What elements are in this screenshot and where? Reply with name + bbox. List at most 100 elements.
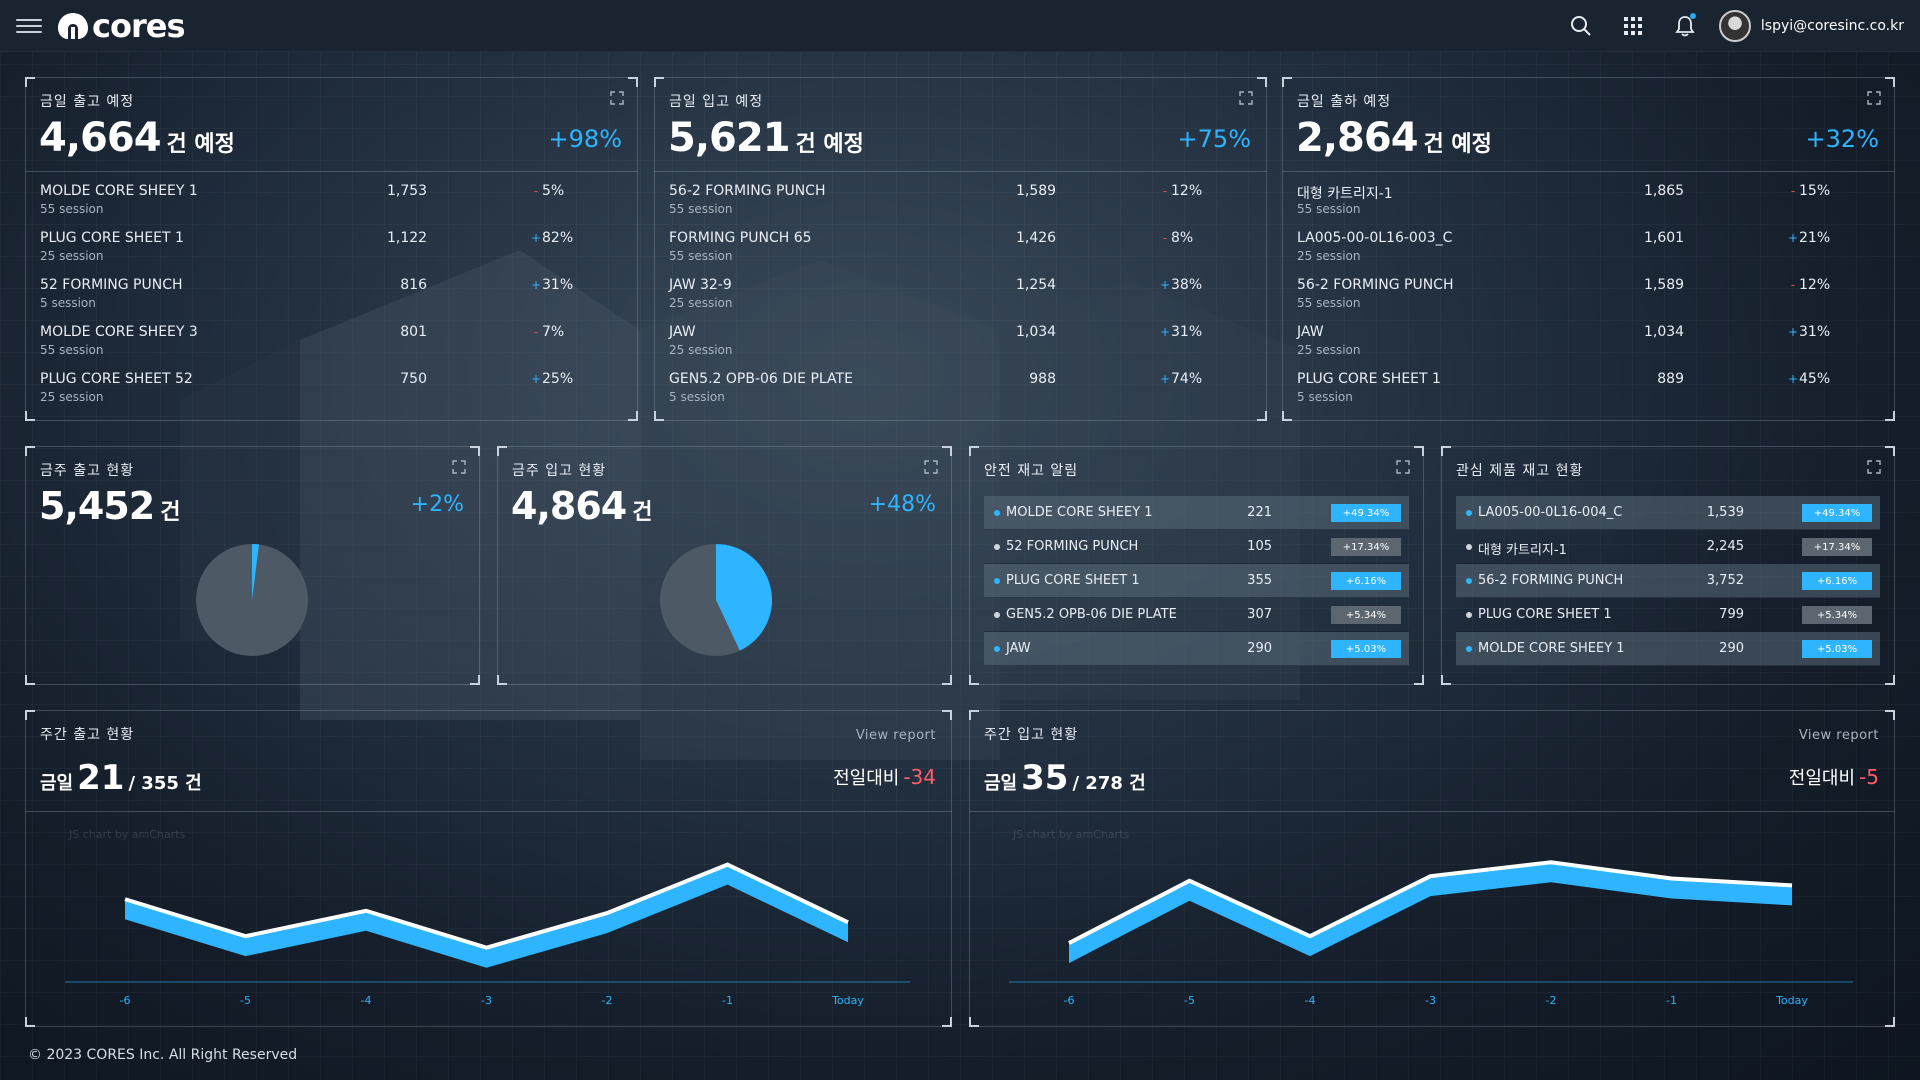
stock-row[interactable]: PLUG CORE SHEET 1 799 +5.34% xyxy=(1456,598,1880,632)
item-name: PLUG CORE SHEET 52 xyxy=(40,371,193,387)
x-tick-label: -2 xyxy=(1546,994,1557,1007)
item-value: 1,865 xyxy=(1644,183,1685,199)
list-item[interactable]: JAW 25 session 1,034 +31% xyxy=(1297,318,1880,365)
weekly-outbound-panel: 주간 출고 현황 View report 금일 21/ 355 건 전일대비 -34… xyxy=(25,710,952,1027)
avatar[interactable] xyxy=(1718,10,1751,42)
stock-name: PLUG CORE SHEET 1 xyxy=(1006,573,1140,588)
panel-title: 관심 제품 재고 현황 xyxy=(1456,463,1584,479)
item-session: 55 session xyxy=(669,202,733,216)
stock-name: GEN5.2 OPB-06 DIE PLATE xyxy=(1006,607,1177,622)
bullet-dot xyxy=(1466,646,1472,652)
item-change: +38% xyxy=(1159,277,1203,293)
expand-icon[interactable] xyxy=(1396,460,1410,474)
x-tick-label: -3 xyxy=(1425,994,1436,1007)
logo[interactable]: cores xyxy=(56,7,185,45)
item-change: +31% xyxy=(1787,324,1831,340)
stock-row[interactable]: LA005-00-0L16-004_C 1,539 +49.34% xyxy=(1456,496,1880,530)
expand-icon[interactable] xyxy=(610,91,624,105)
list-item[interactable]: MOLDE CORE SHEEY 3 55 session 801 -7% xyxy=(40,318,623,365)
list-item[interactable]: MOLDE CORE SHEEY 1 55 session 1,753 -5% xyxy=(40,177,623,224)
x-tick-label: -4 xyxy=(1305,994,1316,1007)
outbound-today-panel: 금일 출고 예정 4,664 건 예정 +98% MOLDE CORE SHEEY… xyxy=(25,77,638,421)
stock-row[interactable]: 대형 카트리지-1 2,245 +17.34% xyxy=(1456,530,1880,564)
stock-row[interactable]: 56-2 FORMING PUNCH 3,752 +6.16% xyxy=(1456,564,1880,598)
bullet-dot xyxy=(994,544,1000,550)
x-tick-label: -2 xyxy=(602,994,613,1007)
item-change: -15% xyxy=(1787,183,1830,199)
list-item[interactable]: 52 FORMING PUNCH 5 session 816 +31% xyxy=(40,271,623,318)
stock-badge: +5.34% xyxy=(1802,606,1872,624)
expand-icon[interactable] xyxy=(924,460,938,474)
bullet-dot xyxy=(994,510,1000,516)
list-item[interactable]: JAW 32-9 25 session 1,254 +38% xyxy=(669,271,1252,318)
stock-name: LA005-00-0L16-004_C xyxy=(1478,505,1623,520)
list-item[interactable]: FORMING PUNCH 65 55 session 1,426 -8% xyxy=(669,224,1252,271)
week-inbound-change: +48% xyxy=(868,492,936,517)
notification-bell-icon[interactable] xyxy=(1659,0,1711,52)
expand-icon[interactable] xyxy=(1239,91,1253,105)
item-value: 801 xyxy=(400,324,427,340)
list-item[interactable]: 대형 카트리지-1 55 session 1,865 -15% xyxy=(1297,177,1880,224)
expand-icon[interactable] xyxy=(1867,460,1881,474)
item-change: -5% xyxy=(530,183,564,199)
view-report-link[interactable]: View report xyxy=(856,728,936,743)
list-item[interactable]: JAW 25 session 1,034 +31% xyxy=(669,318,1252,365)
expand-icon[interactable] xyxy=(452,460,466,474)
stock-badge: +6.16% xyxy=(1802,572,1872,590)
stock-row[interactable]: MOLDE CORE SHEEY 1 221 +49.34% xyxy=(984,496,1409,530)
item-change: +82% xyxy=(530,230,574,246)
week-outbound-change: +2% xyxy=(410,492,464,517)
expand-icon[interactable] xyxy=(1867,91,1881,105)
week-outbound-panel: 금주 출고 현황 5,452 건 +2% xyxy=(25,446,480,685)
x-tick-label: -3 xyxy=(481,994,492,1007)
arrow-up-icon: + xyxy=(530,372,542,386)
arrow-down-icon: - xyxy=(533,325,539,339)
week-inbound-pie xyxy=(660,544,772,656)
arrow-down-icon: - xyxy=(533,184,539,198)
item-session: 25 session xyxy=(40,249,104,263)
weekly-outbound-chart: -6 -5 -4 -3 -2 -1 Today xyxy=(65,862,910,1007)
week-inbound-panel: 금주 입고 현황 4,864 건 +48% xyxy=(497,446,952,685)
arrow-up-icon: + xyxy=(530,278,542,292)
list-item[interactable]: PLUG CORE SHEET 1 25 session 1,122 +82% xyxy=(40,224,623,271)
apps-grid-icon[interactable] xyxy=(1607,0,1659,52)
list-item[interactable]: GEN5.2 OPB-06 DIE PLATE 5 session 988 +74% xyxy=(669,365,1252,412)
item-change: -12% xyxy=(1159,183,1202,199)
menu-icon[interactable] xyxy=(16,18,42,33)
item-change: +74% xyxy=(1159,371,1203,387)
view-report-link[interactable]: View report xyxy=(1799,728,1879,743)
user-email[interactable]: lspyi@coresinc.co.kr xyxy=(1761,18,1904,34)
stock-row[interactable]: GEN5.2 OPB-06 DIE PLATE 307 +5.34% xyxy=(984,598,1409,632)
logo-mark-icon xyxy=(58,12,88,39)
panel-title: 안전 재고 알림 xyxy=(984,463,1079,479)
bullet-dot xyxy=(994,612,1000,618)
item-name: GEN5.2 OPB-06 DIE PLATE xyxy=(669,371,853,387)
list-item[interactable]: 56-2 FORMING PUNCH 55 session 1,589 -12% xyxy=(669,177,1252,224)
shipment-list: 대형 카트리지-1 55 session 1,865-15% LA005-00-0L1… xyxy=(1297,177,1880,412)
bullet-dot xyxy=(1466,578,1472,584)
list-item[interactable]: 56-2 FORMING PUNCH 55 session 1,589 -12% xyxy=(1297,271,1880,318)
list-item[interactable]: PLUG CORE SHEET 1 5 session 889 +45% xyxy=(1297,365,1880,412)
item-name: JAW 32-9 xyxy=(669,277,732,293)
item-session: 55 session xyxy=(669,249,733,263)
stock-row[interactable]: PLUG CORE SHEET 1 355 +6.16% xyxy=(984,564,1409,598)
stock-row[interactable]: JAW 290 +5.03% xyxy=(984,632,1409,666)
search-icon[interactable] xyxy=(1555,0,1607,52)
stock-badge: +17.34% xyxy=(1331,538,1401,556)
x-tick-label: Today xyxy=(831,994,864,1007)
stock-row[interactable]: 52 FORMING PUNCH 105 +17.34% xyxy=(984,530,1409,564)
bullet-dot xyxy=(1466,510,1472,516)
divider xyxy=(654,171,1267,172)
x-tick-label: -1 xyxy=(722,994,733,1007)
safety-stock-list: MOLDE CORE SHEEY 1 221 +49.34% 52 FORMING P… xyxy=(984,496,1409,666)
stock-value: 355 xyxy=(1247,573,1272,588)
stock-row[interactable]: MOLDE CORE SHEEY 1 290 +5.03% xyxy=(1456,632,1880,666)
list-item[interactable]: PLUG CORE SHEET 52 25 session 750 +25% xyxy=(40,365,623,412)
item-value: 1,601 xyxy=(1644,230,1685,246)
list-item[interactable]: LA005-00-0L16-003_C 25 session 1,601 +21% xyxy=(1297,224,1880,271)
series-band xyxy=(125,864,848,968)
day-compare: 전일대비 -34 xyxy=(833,765,936,789)
panel-title: 주간 입고 현황 xyxy=(984,727,1079,743)
stock-name: JAW xyxy=(1006,641,1031,656)
panel-title: 주간 출고 현황 xyxy=(40,727,135,743)
